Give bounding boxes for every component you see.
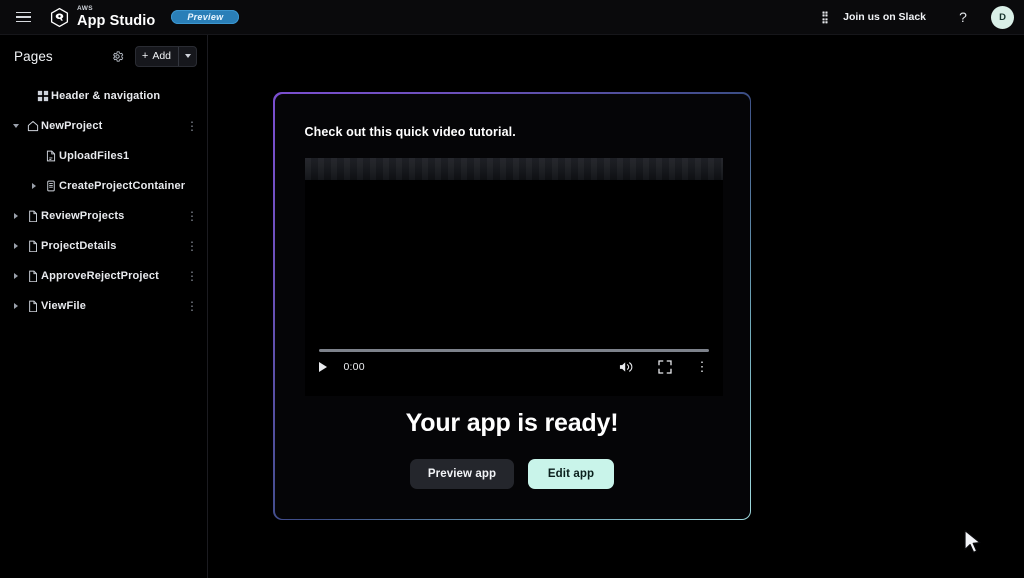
page-icon-glyph — [28, 270, 37, 282]
brand: AWS App Studio — [49, 5, 156, 29]
sidebar-item-label: CreateProjectContainer — [59, 180, 186, 192]
video-current-time: 0:00 — [343, 360, 365, 373]
file-upload-icon-glyph — [46, 150, 55, 162]
sidebar-item-label: Header & navigation — [51, 90, 161, 102]
chevron-right-icon[interactable] — [8, 303, 24, 309]
chevron-right-icon[interactable] — [8, 243, 24, 249]
mouse-cursor — [964, 529, 981, 553]
chevron-down-icon — [184, 54, 191, 58]
gear-icon-glyph — [112, 50, 124, 62]
sidebar-item-label: ViewFile — [41, 300, 87, 312]
chevron-right-icon-glyph — [14, 273, 18, 279]
home-icon-glyph — [27, 121, 38, 132]
join-slack-label: Join us on Slack — [843, 11, 926, 23]
pages-tree: Header & navigation NewProject ⋮ UploadFile… — [0, 77, 207, 321]
app-ready-dialog-body: Check out this quick video tutorial. 0:0… — [274, 93, 750, 519]
sidebar-item-projectdetails[interactable]: ProjectDetails ⋮ — [0, 231, 207, 261]
chevron-right-icon-glyph — [14, 303, 18, 309]
brand-text: AWS App Studio — [77, 5, 156, 29]
add-page-group: + Add — [134, 45, 197, 67]
dialog-title: Check out this quick video tutorial. — [304, 124, 516, 139]
preview-app-button[interactable]: Preview app — [410, 458, 514, 489]
video-frame-band — [304, 157, 723, 180]
layout-grid-icon — [34, 90, 51, 102]
chevron-right-icon[interactable] — [26, 183, 42, 189]
play-icon-glyph — [318, 361, 327, 372]
page-icon-glyph — [28, 210, 37, 222]
help-icon[interactable]: ? — [948, 2, 978, 32]
page-icon-glyph — [28, 300, 37, 312]
page-title: Pages — [14, 48, 53, 64]
container-icon — [42, 180, 59, 192]
page-icon — [24, 300, 41, 312]
play-icon[interactable] — [318, 361, 337, 372]
sidebar-item-label: UploadFiles1 — [59, 150, 130, 162]
sidebar-item-label: NewProject — [41, 120, 103, 132]
page-icon — [24, 240, 41, 252]
sidebar-item-header-navigation[interactable]: Header & navigation — [0, 81, 207, 111]
page-icon — [24, 210, 41, 222]
dialog-headline: Your app is ready! — [405, 408, 619, 437]
video-player[interactable]: 0:00 ⋮ — [304, 157, 723, 396]
slack-grid-icon — [822, 10, 828, 23]
sidebar-item-createprojectcontainer[interactable]: CreateProjectContainer — [0, 171, 207, 201]
fullscreen-icon[interactable] — [657, 359, 672, 374]
row-more-vertical-icon[interactable]: ⋮ — [185, 116, 199, 136]
top-bar-actions: Join us on Slack ? D — [814, 2, 1024, 32]
sidebar-item-label: ReviewProjects — [41, 210, 125, 222]
volume-icon[interactable] — [619, 360, 634, 374]
add-page-label: Add — [152, 50, 171, 62]
chevron-down-icon-glyph — [13, 124, 19, 128]
preview-badge: Preview — [171, 10, 240, 24]
pages-sidebar: Pages + Add Header & navigation NewProje… — [0, 35, 208, 578]
sidebar-item-uploadfiles1[interactable]: UploadFiles1 — [0, 141, 207, 171]
row-more-vertical-icon[interactable]: ⋮ — [185, 206, 199, 226]
layout-grid-icon-glyph — [37, 90, 48, 102]
add-page-button[interactable]: + Add — [136, 47, 178, 66]
video-controls: 0:00 ⋮ — [318, 356, 709, 378]
sidebar-item-label: ApproveRejectProject — [41, 270, 159, 282]
chevron-right-icon[interactable] — [8, 213, 24, 219]
chevron-right-icon-glyph — [14, 243, 18, 249]
container-icon-glyph — [46, 180, 55, 192]
brand-prefix: AWS — [77, 5, 94, 12]
sidebar-item-label: ProjectDetails — [41, 240, 117, 252]
avatar[interactable]: D — [991, 5, 1014, 29]
chevron-right-icon-glyph — [32, 183, 36, 189]
add-page-dropdown[interactable] — [179, 47, 196, 66]
top-bar: AWS App Studio Preview Join us on Slack — [0, 0, 1024, 35]
chevron-right-icon[interactable] — [8, 273, 24, 279]
sidebar-item-viewfile[interactable]: ViewFile ⋮ — [0, 291, 207, 321]
video-progress-bar[interactable] — [318, 349, 709, 352]
canvas: Check out this quick video tutorial. 0:0… — [209, 35, 1024, 578]
join-slack-link[interactable]: Join us on Slack — [814, 7, 934, 28]
file-upload-icon — [42, 150, 59, 162]
row-more-vertical-icon[interactable]: ⋮ — [185, 266, 199, 286]
page-icon-glyph — [28, 240, 37, 252]
edit-app-button[interactable]: Edit app — [528, 458, 614, 489]
row-more-vertical-icon[interactable]: ⋮ — [185, 296, 199, 316]
gear-icon[interactable] — [108, 47, 127, 66]
chevron-down-icon[interactable] — [8, 124, 24, 128]
fullscreen-icon-glyph — [657, 359, 672, 374]
app-ready-dialog: Check out this quick video tutorial. 0:0… — [273, 92, 751, 520]
brand-name: App Studio — [77, 12, 156, 29]
more-vertical-icon[interactable]: ⋮ — [696, 360, 709, 373]
sidebar-header-actions: + Add — [108, 45, 197, 67]
sidebar-header: Pages + Add — [0, 35, 207, 77]
video-controls-right: ⋮ — [619, 359, 709, 374]
hamburger-menu-icon[interactable] — [8, 0, 38, 35]
app-root: AWS App Studio Preview Join us on Slack — [0, 0, 1024, 578]
page-icon — [24, 270, 41, 282]
sidebar-item-newproject[interactable]: NewProject ⋮ — [0, 111, 207, 141]
home-icon — [24, 120, 41, 132]
chevron-right-icon-glyph — [14, 213, 18, 219]
sidebar-item-approverejectproject[interactable]: ApproveRejectProject ⋮ — [0, 261, 207, 291]
app-studio-logo-icon — [50, 7, 69, 27]
plus-icon: + — [141, 49, 149, 62]
volume-icon-glyph — [619, 361, 632, 372]
row-more-vertical-icon[interactable]: ⋮ — [185, 236, 199, 256]
sidebar-item-reviewprojects[interactable]: ReviewProjects ⋮ — [0, 201, 207, 231]
dialog-actions: Preview app Edit app — [275, 458, 750, 489]
